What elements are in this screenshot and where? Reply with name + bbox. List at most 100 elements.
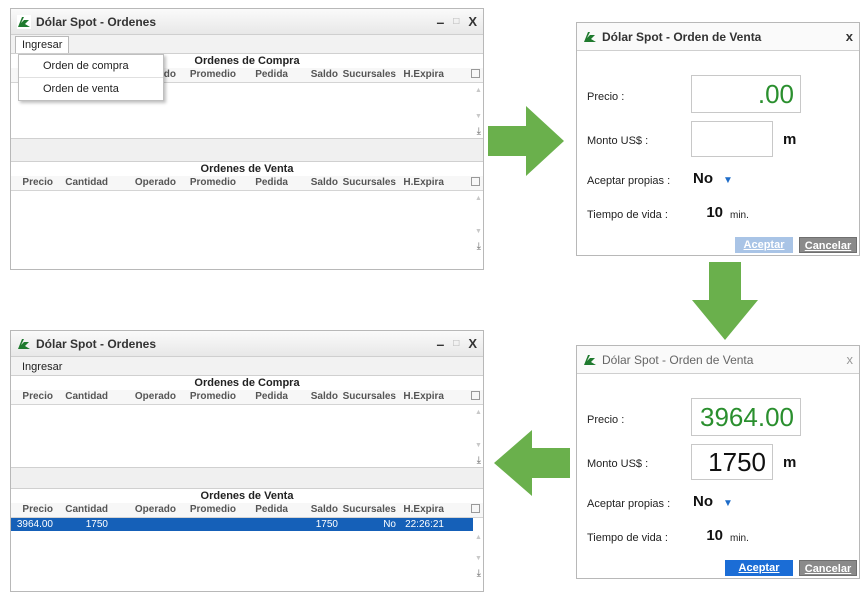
cell-cantidad: 1750 — [85, 519, 108, 530]
buy-table-body: ▲ ▼ ⤓ — [11, 405, 483, 467]
accept-button[interactable]: Aceptar — [735, 237, 793, 253]
arrow-down-icon — [692, 262, 758, 340]
col-operado[interactable]: Operado — [111, 390, 179, 404]
app-logo-icon — [584, 31, 596, 42]
col-precio[interactable]: Precio — [11, 176, 56, 190]
cell-saldo: 1750 — [315, 519, 338, 530]
export-icon[interactable]: ⤓ — [477, 568, 481, 579]
accept-own-select[interactable]: No — [693, 170, 713, 187]
col-precio[interactable]: Precio — [11, 390, 56, 404]
col-hexpira[interactable]: H.Expira — [399, 68, 447, 82]
sell-column-header: Precio Cantidad Operado Promedio Pedida … — [11, 176, 483, 191]
dropdown-caret-icon[interactable]: ▼ — [723, 175, 733, 186]
ingresar-menu[interactable]: Ingresar — [15, 358, 69, 375]
col-pedida[interactable]: Pedida — [239, 68, 291, 82]
amount-input[interactable] — [691, 121, 773, 157]
app-logo-icon — [18, 338, 30, 349]
titlebar[interactable]: Dólar Spot - Orden de Venta x — [577, 23, 859, 51]
col-promedio[interactable]: Promedio — [179, 390, 239, 404]
dialog-body: Precio : 3964.00 Monto US$ : 1750 m Acep… — [577, 374, 859, 579]
minimize-icon[interactable]: – — [436, 15, 444, 29]
section-separator — [11, 467, 483, 489]
col-saldo[interactable]: Saldo — [291, 390, 341, 404]
close-icon[interactable]: x — [846, 30, 853, 43]
menu-item-orden-compra[interactable]: Orden de compra — [19, 55, 163, 77]
table-row[interactable]: 3964.00 1750 1750 No 22:26:21 — [11, 518, 473, 531]
col-saldo[interactable]: Saldo — [291, 68, 341, 82]
column-chooser-icon[interactable] — [471, 69, 480, 78]
column-chooser-icon[interactable] — [471, 391, 480, 400]
column-chooser-icon[interactable] — [471, 177, 480, 186]
arrow-left-icon — [494, 430, 570, 496]
cancel-button[interactable]: Cancelar — [799, 237, 857, 253]
lifetime-unit: min. — [730, 210, 749, 221]
maximize-icon[interactable]: □ — [453, 338, 459, 349]
col-saldo[interactable]: Saldo — [291, 176, 341, 190]
lifetime-unit: min. — [730, 533, 749, 544]
col-operado[interactable]: Operado — [111, 176, 179, 190]
col-pedida[interactable]: Pedida — [239, 503, 291, 517]
amount-input[interactable]: 1750 — [691, 444, 773, 480]
cancel-button[interactable]: Cancelar — [799, 560, 857, 576]
cell-hexpira: 22:26:21 — [405, 519, 444, 530]
window-title: Dólar Spot - Ordenes — [36, 14, 157, 29]
ingresar-menu[interactable]: Ingresar — [15, 36, 70, 53]
col-promedio[interactable]: Promedio — [179, 176, 239, 190]
close-icon[interactable]: X — [468, 15, 477, 28]
buy-column-header: Precio Cantidad Operado Promedio Pedida … — [11, 390, 483, 405]
lifetime-input[interactable]: 10 — [693, 527, 723, 544]
minimize-icon[interactable]: – — [436, 337, 444, 351]
col-cantidad[interactable]: Cantidad — [56, 503, 111, 517]
app-logo-icon — [584, 354, 596, 365]
sell-column-header: Precio Cantidad Operado Promedio Pedida … — [11, 503, 483, 518]
col-sucursales[interactable]: Sucursales — [341, 390, 399, 404]
titlebar[interactable]: Dólar Spot - Orden de Venta x — [577, 346, 859, 374]
dialog-title: Dólar Spot - Orden de Venta — [602, 352, 754, 367]
lifetime-input[interactable]: 10 — [693, 204, 723, 221]
accept-button[interactable]: Aceptar — [725, 560, 793, 576]
dropdown-caret-icon[interactable]: ▼ — [723, 498, 733, 509]
col-sucursales[interactable]: Sucursales — [341, 68, 399, 82]
sell-table-body: ▲ ▼ ⤓ — [11, 191, 483, 253]
col-promedio[interactable]: Promedio — [179, 68, 239, 82]
col-sucursales[interactable]: Sucursales — [341, 503, 399, 517]
export-icon[interactable]: ⤓ — [477, 455, 481, 466]
close-icon[interactable]: x — [847, 353, 854, 366]
col-hexpira[interactable]: H.Expira — [399, 390, 447, 404]
col-cantidad[interactable]: Cantidad — [56, 176, 111, 190]
cell-sucursales: No — [383, 519, 396, 530]
col-sucursales[interactable]: Sucursales — [341, 176, 399, 190]
titlebar[interactable]: Dólar Spot - Ordenes – □ X — [11, 9, 483, 35]
amount-unit: m — [783, 454, 797, 471]
col-pedida[interactable]: Pedida — [239, 390, 291, 404]
sell-table-body: 3964.00 1750 1750 No 22:26:21 ▲ ▼ ⤓ — [11, 518, 483, 580]
titlebar[interactable]: Dólar Spot - Ordenes – □ X — [11, 331, 483, 357]
section-separator — [11, 138, 483, 162]
col-hexpira[interactable]: H.Expira — [399, 176, 447, 190]
col-operado[interactable]: Operado — [111, 503, 179, 517]
export-icon[interactable]: ⤓ — [477, 241, 481, 252]
col-precio[interactable]: Precio — [11, 503, 56, 517]
maximize-icon[interactable]: □ — [453, 16, 459, 27]
close-icon[interactable]: X — [468, 337, 477, 350]
app-logo-icon — [17, 14, 31, 29]
price-label: Precio : — [587, 91, 625, 103]
column-chooser-icon[interactable] — [471, 504, 480, 513]
col-pedida[interactable]: Pedida — [239, 176, 291, 190]
col-hexpira[interactable]: H.Expira — [399, 503, 447, 517]
col-saldo[interactable]: Saldo — [291, 503, 341, 517]
orders-window-result: Dólar Spot - Ordenes – □ X Ingresar Orde… — [10, 330, 484, 592]
menubar: Ingresar — [11, 35, 483, 54]
price-input[interactable]: 3964.00 — [691, 398, 801, 436]
export-icon[interactable]: ⤓ — [477, 126, 481, 137]
window-title: Dólar Spot - Ordenes — [36, 336, 157, 351]
price-input[interactable]: .00 — [691, 75, 801, 113]
menu-item-orden-venta[interactable]: Orden de venta — [19, 77, 163, 100]
order-dialog-empty: Dólar Spot - Orden de Venta x Precio : .… — [576, 22, 860, 256]
accept-own-select[interactable]: No — [693, 493, 713, 510]
col-promedio[interactable]: Promedio — [179, 503, 239, 517]
dialog-title: Dólar Spot - Orden de Venta — [602, 29, 762, 44]
order-dialog-filled: Dólar Spot - Orden de Venta x Precio : 3… — [576, 345, 860, 579]
sell-section-title: Ordenes de Venta — [200, 163, 294, 175]
col-cantidad[interactable]: Cantidad — [56, 390, 111, 404]
